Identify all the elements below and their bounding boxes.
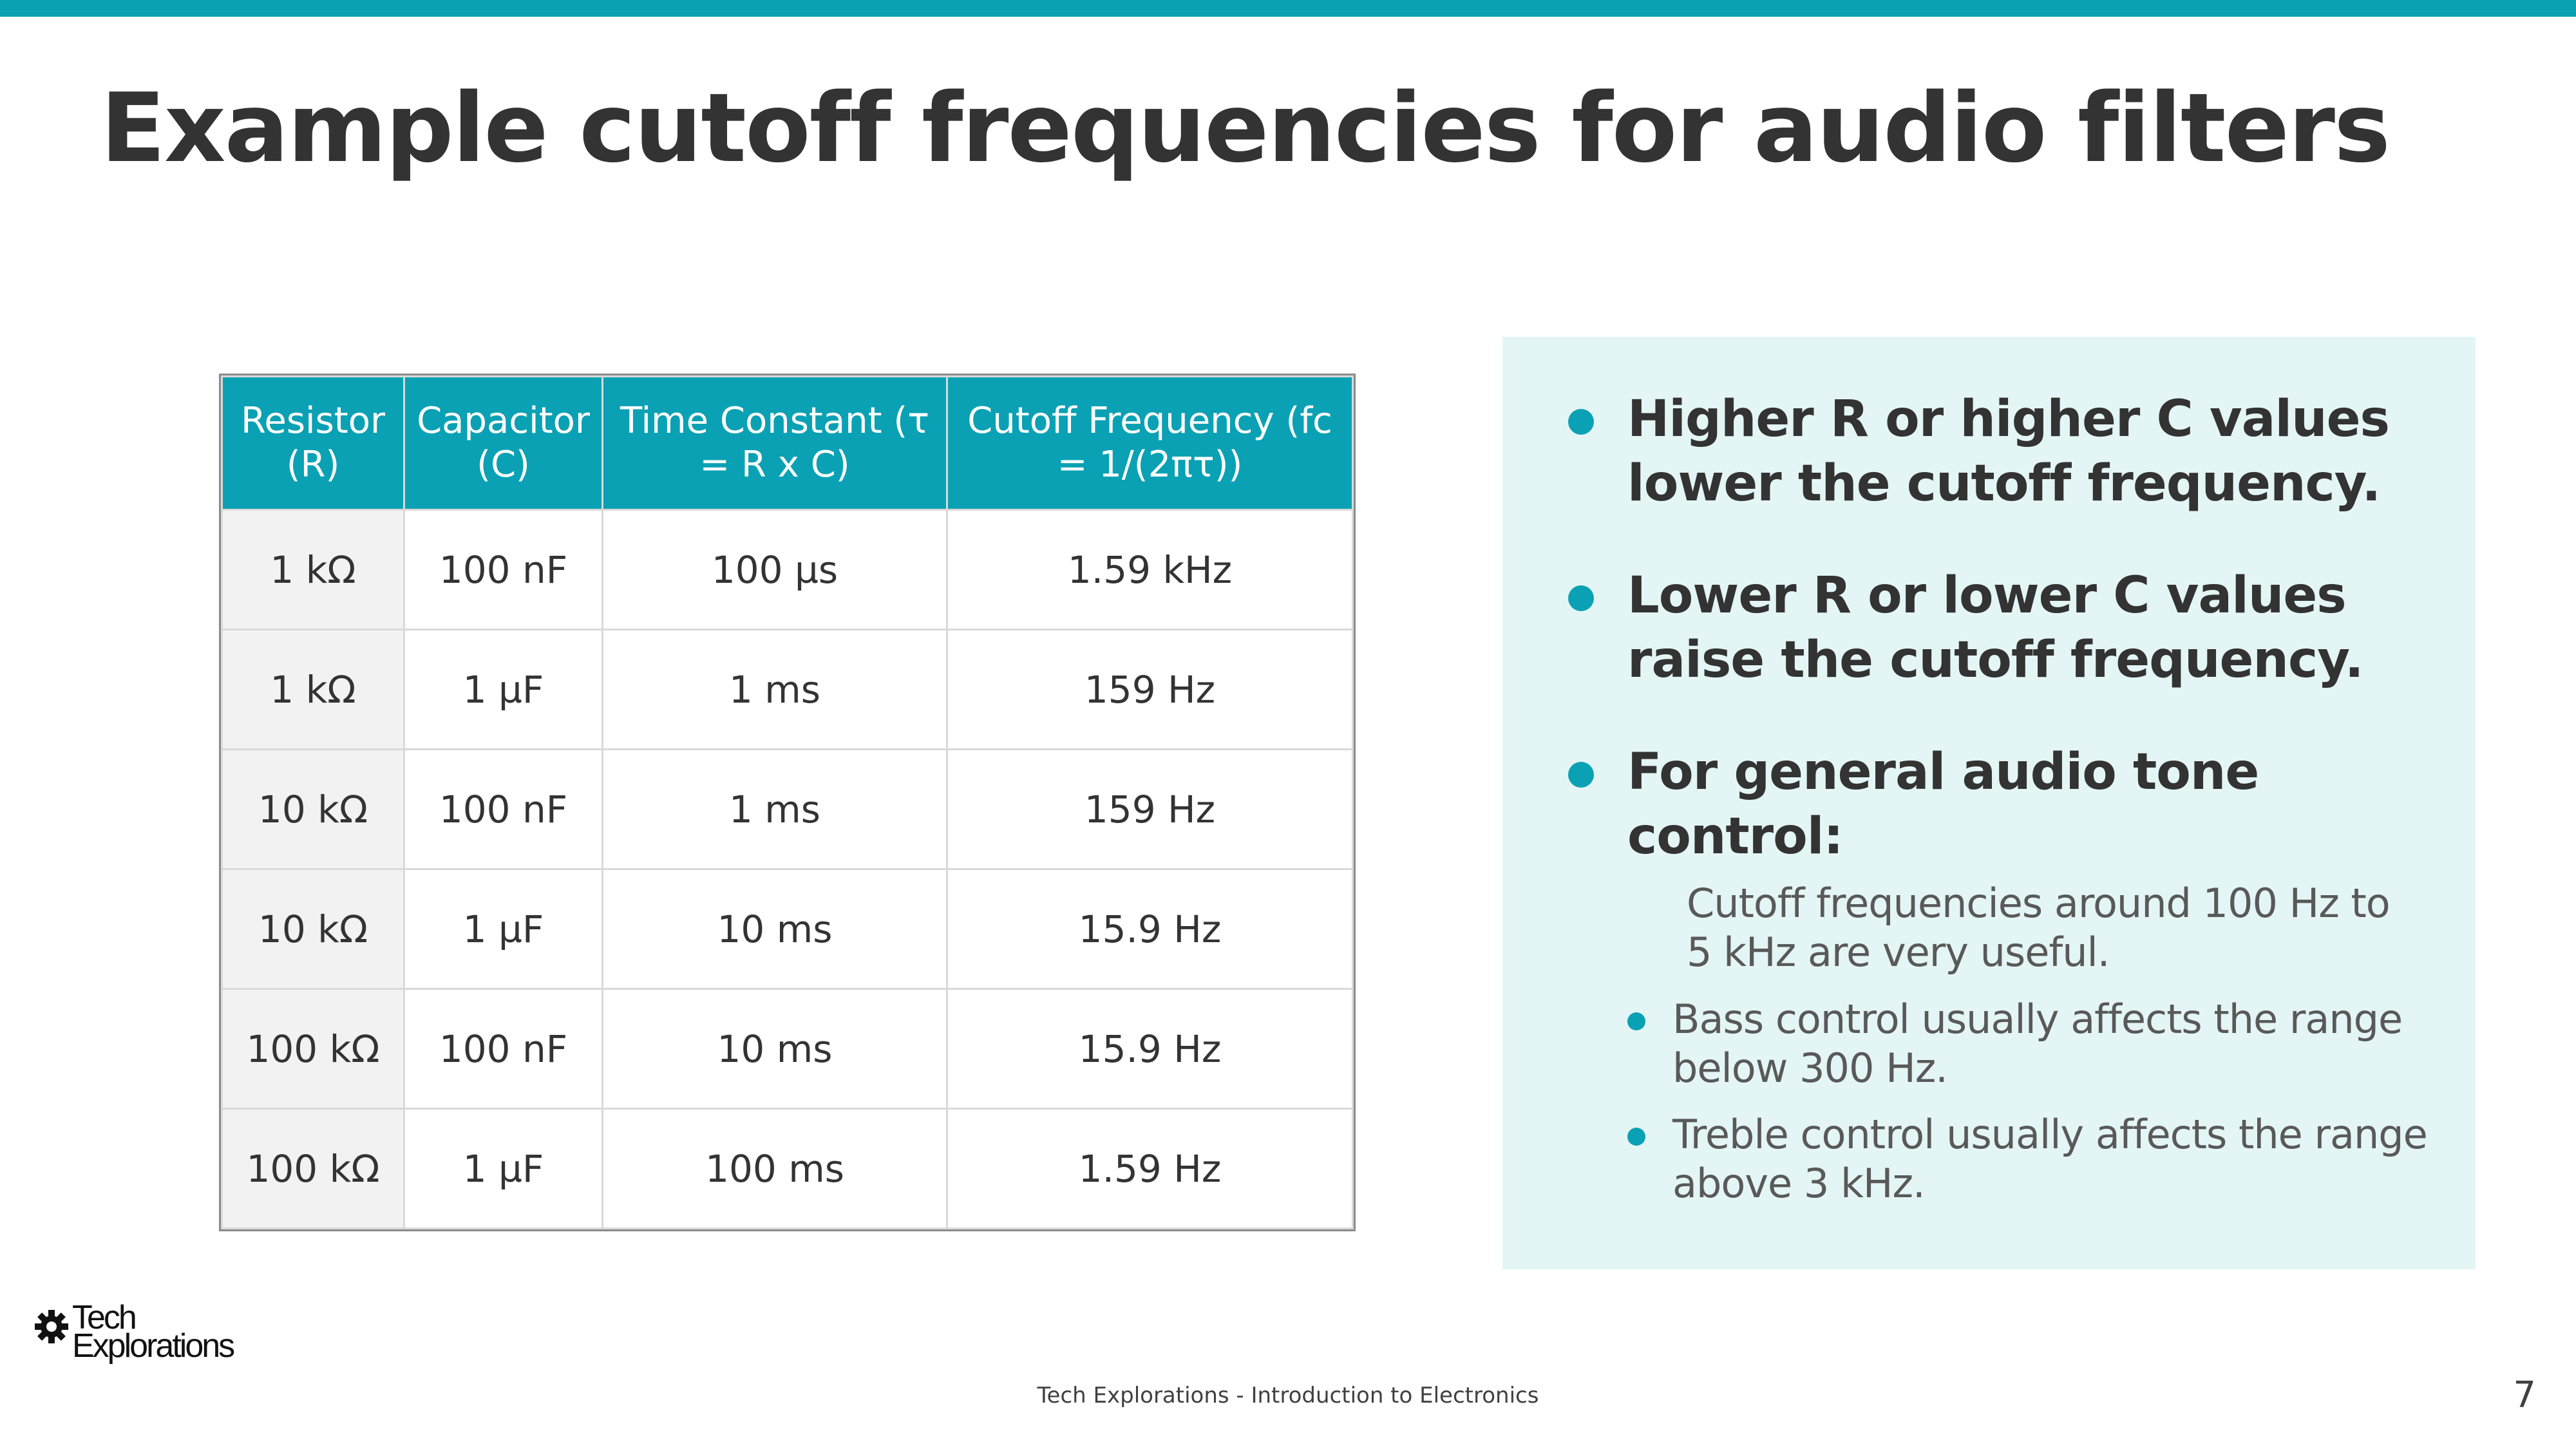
cell-time-constant: 10 ms: [601, 868, 948, 990]
cell-cutoff-frequency: 15.9 Hz: [946, 868, 1354, 990]
cell-capacitor: 1 µF: [403, 629, 603, 750]
table-row: 10 kΩ 1 µF 10 ms 15.9 Hz: [221, 868, 1354, 990]
bullet-icon: [1627, 1012, 1645, 1030]
cell-cutoff-frequency: 159 Hz: [946, 748, 1354, 870]
slide-title: Example cutoff frequencies for audio fil…: [100, 73, 2391, 184]
table-row: 100 kΩ 1 µF 100 ms 1.59 Hz: [221, 1108, 1354, 1229]
cell-time-constant: 1 ms: [601, 748, 948, 870]
table-row: 1 kΩ 100 nF 100 µs 1.59 kHz: [221, 509, 1354, 630]
notes-panel: Higher R or higher C values lower the cu…: [1502, 337, 2476, 1269]
note-point: Higher R or higher C values lower the cu…: [1627, 390, 2390, 513]
logo-line-explorations: Explorations: [72, 1327, 235, 1365]
bullet-icon: [1568, 409, 1594, 435]
page-number: 7: [2513, 1374, 2536, 1416]
cell-capacitor: 1 µF: [403, 1108, 603, 1229]
cell-time-constant: 1 ms: [601, 629, 948, 750]
header-capacitor: Capacitor (C): [403, 375, 603, 511]
header-time-constant: Time Constant (τ = R x C): [601, 375, 948, 511]
cell-resistor: 100 kΩ: [221, 988, 405, 1110]
gear-icon: [35, 1310, 68, 1343]
cell-time-constant: 100 µs: [601, 509, 948, 630]
header-cutoff-frequency: Cutoff Frequency (fc = 1/(2πτ)): [946, 375, 1354, 511]
cell-capacitor: 100 nF: [403, 509, 603, 630]
cell-cutoff-frequency: 1.59 kHz: [946, 509, 1354, 630]
cell-capacitor: 100 nF: [403, 988, 603, 1110]
header-resistor: Resistor (R): [221, 375, 405, 511]
cell-capacitor: 100 nF: [403, 748, 603, 870]
cell-resistor: 10 kΩ: [221, 748, 405, 870]
cell-cutoff-frequency: 1.59 Hz: [946, 1108, 1354, 1229]
sub-intro-text: Cutoff frequencies around 100 Hz to 5 kH…: [1687, 880, 2391, 976]
bullet-icon: [1568, 762, 1594, 788]
table-row: 100 kΩ 100 nF 10 ms 15.9 Hz: [221, 988, 1354, 1110]
footer-text: Tech Explorations - Introduction to Elec…: [1037, 1383, 1539, 1408]
table-row: 1 kΩ 1 µF 1 ms 159 Hz: [221, 629, 1354, 750]
note-point: Lower R or lower C values raise the cuto…: [1627, 567, 2364, 689]
note-point: For general audio tone control:: [1627, 743, 2259, 866]
cell-resistor: 1 kΩ: [221, 509, 405, 630]
cutoff-table: Resistor (R) Capacitor (C) Time Constant…: [219, 374, 1356, 1231]
cell-cutoff-frequency: 15.9 Hz: [946, 988, 1354, 1110]
top-accent-bar: [0, 0, 2576, 17]
cell-resistor: 1 kΩ: [221, 629, 405, 750]
cell-resistor: 10 kΩ: [221, 868, 405, 990]
cell-time-constant: 100 ms: [601, 1108, 948, 1229]
sub-point: Bass control usually affects the range b…: [1672, 996, 2403, 1092]
cell-resistor: 100 kΩ: [221, 1108, 405, 1229]
logo-text: Tech Explorations: [72, 1301, 235, 1365]
bullet-icon: [1627, 1128, 1645, 1146]
cell-time-constant: 10 ms: [601, 988, 948, 1110]
table-header-row: Resistor (R) Capacitor (C) Time Constant…: [221, 375, 1354, 511]
table-row: 10 kΩ 100 nF 1 ms 159 Hz: [221, 748, 1354, 870]
tech-explorations-logo: Tech Explorations: [33, 1301, 265, 1372]
cell-cutoff-frequency: 159 Hz: [946, 629, 1354, 750]
sub-point: Treble control usually affects the range…: [1672, 1111, 2428, 1207]
bullet-icon: [1568, 585, 1594, 611]
cell-capacitor: 1 µF: [403, 868, 603, 990]
